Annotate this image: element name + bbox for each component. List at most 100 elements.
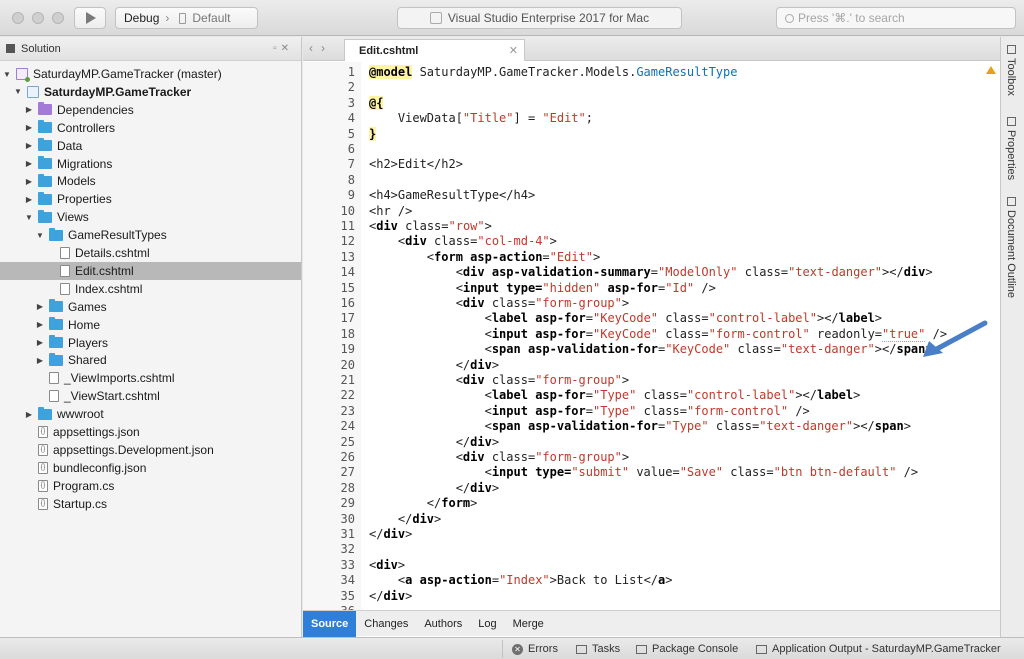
dock-properties[interactable]: Properties [1005,117,1017,180]
tasks-pad-button[interactable]: Tasks [576,641,620,657]
application-output-button[interactable]: Application Output - SaturdayMP.GameTrac… [756,641,1001,657]
line-number: 26 [340,450,355,464]
code-editor[interactable]: 1 @model SaturdayMP.GameTracker.Models.Ga… [303,62,1000,618]
tree-item[interactable]: {} appsettings.json [0,423,301,441]
application-output-label: Application Output - SaturdayMP.GameTrac… [772,643,1001,655]
tree-item[interactable]: ▶ Dependencies [0,101,301,119]
tree-item[interactable]: ▶ Models [0,172,301,190]
tree-item[interactable]: ▶ Data [0,137,301,155]
tree-item[interactable]: ▶ Controllers [0,119,301,137]
code-line: <div> [369,557,406,572]
code-line: </form> [369,496,478,511]
tree-item[interactable]: ▶ Migrations [0,155,301,173]
editor-tab-bar: ‹› Edit.cshtml ✕ [303,37,1000,61]
tree-item[interactable]: ▶ Players [0,334,301,352]
configuration-selector[interactable]: Debug › Default [115,7,258,29]
device-label: Default [192,11,231,25]
tree-item[interactable]: ▶ Shared [0,351,301,369]
line-number: 12 [340,234,355,249]
tree-item[interactable]: ▶ wwwroot [0,405,301,423]
code-line: <div class="col-md-4"> [369,234,557,249]
file-icon [60,282,70,295]
file-icon [49,372,59,385]
close-window-button[interactable] [12,12,24,24]
search-icon [785,13,794,23]
solution-pad-icon [6,44,15,53]
errors-pad-button[interactable]: ✕ Errors [512,641,558,657]
disclosure-arrow-icon[interactable]: ▶ [35,356,45,365]
tab-authors[interactable]: Authors [416,611,470,637]
tab-navigation-arrows[interactable]: ‹› [309,41,333,55]
tree-item-label: Players [68,335,109,350]
code-line: <label asp-for="Type" class="control-lab… [369,388,861,403]
disclosure-arrow-icon[interactable]: ▶ [35,338,45,347]
pad-controls[interactable]: ▫✕ [273,43,293,54]
tree-item[interactable]: {} appsettings.Development.json [0,441,301,459]
line-number: 3 [347,95,355,110]
disclosure-arrow-icon[interactable]: ▼ [13,87,23,96]
disclosure-arrow-icon[interactable]: ▶ [24,195,34,204]
folder-icon [38,156,52,169]
tree-item[interactable]: Edit.cshtml [0,261,301,280]
tree-item[interactable]: ▶ Home [0,316,301,334]
tree-item-label: Index.cshtml [75,281,143,296]
line-number: 34 [340,573,355,588]
tab-log[interactable]: Log [470,611,504,637]
code-line: ViewData["Title"] = "Edit"; [369,111,593,126]
tree-item-label: bundleconfig.json [53,460,147,475]
folder-icon [38,138,52,152]
tree-item-label: _ViewImports.cshtml [64,371,175,386]
tree-item[interactable]: ▼ Views [0,208,301,226]
tree-item[interactable]: ▼ SaturdayMP.GameTracker [0,83,301,101]
tree-item[interactable]: {} Startup.cs [0,495,301,513]
disclosure-arrow-icon[interactable]: ▶ [24,105,34,114]
code-line: @model SaturdayMP.GameTracker.Models.Gam… [369,65,738,79]
tree-item[interactable]: ▶ Games [0,298,301,316]
visual-studio-icon [429,12,442,24]
tree-item[interactable]: Index.cshtml [0,280,301,298]
tab-changes[interactable]: Changes [356,611,416,637]
line-number: 18 [340,326,355,341]
dock-document-outline[interactable]: Document Outline [1005,197,1017,298]
tree-item[interactable]: _ViewStart.cshtml [0,387,301,405]
disclosure-arrow-icon[interactable]: ▶ [24,123,34,132]
tab-merge[interactable]: Merge [505,611,552,637]
package-console-label: Package Console [652,643,739,655]
tree-item[interactable]: _ViewImports.cshtml [0,369,301,387]
warning-icon[interactable] [986,66,996,74]
tree-item[interactable]: ▼ GameResultTypes [0,226,301,244]
disclosure-arrow-icon[interactable]: ▶ [24,177,34,186]
folder-icon [49,227,63,241]
search-input[interactable]: Press '⌘.' to search [776,7,1016,29]
minimize-window-button[interactable] [32,12,44,24]
tree-item[interactable]: {} Program.cs [0,477,301,495]
disclosure-arrow-icon[interactable]: ▼ [35,231,45,240]
code-line: </div> [369,434,500,449]
zoom-window-button[interactable] [52,12,64,24]
code-line: <div asp-validation-summary="ModelOnly" … [369,265,933,280]
code-line: <div class="form-group"> [369,296,630,310]
code-line: <div class="form-group"> [369,373,630,387]
line-number: 4 [347,111,355,126]
run-button[interactable] [74,7,106,29]
close-tab-icon[interactable]: ✕ [509,44,518,57]
disclosure-arrow-icon[interactable]: ▶ [35,320,45,329]
tab-edit-cshtml[interactable]: Edit.cshtml ✕ [344,39,525,61]
file-icon [49,390,59,403]
line-number: 21 [340,373,355,387]
dock-toolbox[interactable]: Toolbox [1005,45,1017,96]
code-line: <span asp-validation-for="KeyCode" class… [369,342,933,357]
tab-source[interactable]: Source [303,610,357,637]
tree-item[interactable]: ▼ SaturdayMP.GameTracker (master) [0,65,301,83]
disclosure-arrow-icon[interactable]: ▶ [24,141,34,150]
disclosure-arrow-icon[interactable]: ▼ [24,213,34,222]
tree-item[interactable]: Details.cshtml [0,244,301,262]
disclosure-arrow-icon[interactable]: ▶ [24,159,34,168]
tree-item[interactable]: ▶ Properties [0,190,301,208]
disclosure-arrow-icon[interactable]: ▼ [2,70,12,79]
line-number: 27 [340,465,355,480]
disclosure-arrow-icon[interactable]: ▶ [24,410,34,419]
package-console-button[interactable]: Package Console [636,641,738,657]
disclosure-arrow-icon[interactable]: ▶ [35,302,45,311]
tree-item[interactable]: {} bundleconfig.json [0,459,301,477]
